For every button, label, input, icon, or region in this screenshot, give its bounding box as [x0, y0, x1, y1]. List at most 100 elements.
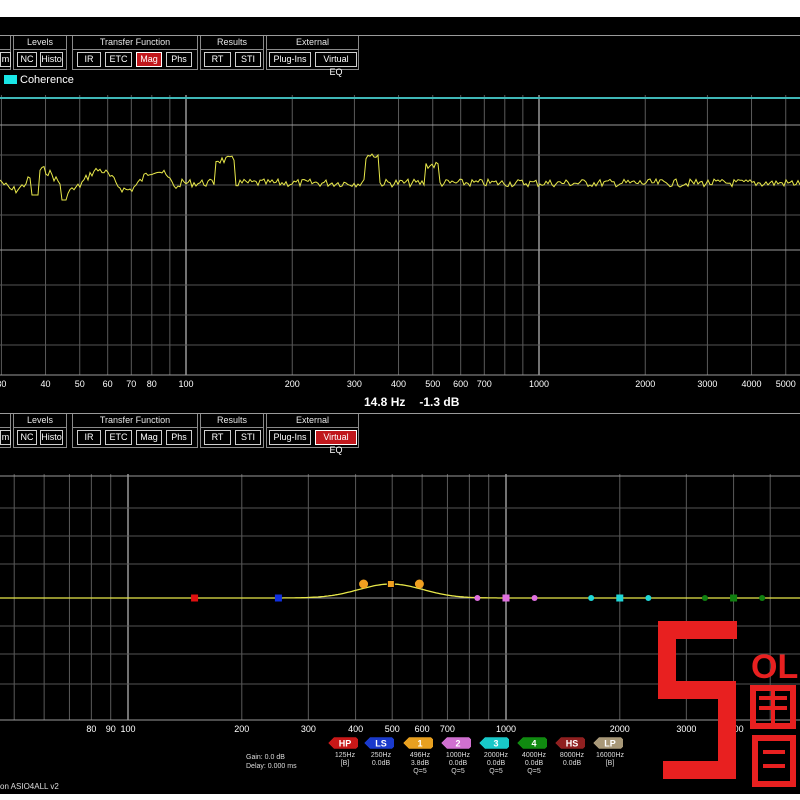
- top-toolbar-m-button[interactable]: m: [0, 52, 11, 67]
- top-x-tick-label: 700: [477, 379, 492, 389]
- eq-band-param: [B]: [340, 760, 350, 767]
- eq-band-param: 8000Hz: [559, 752, 585, 759]
- top-x-tick-label: 600: [453, 379, 468, 389]
- eq-band-handle[interactable]: [474, 595, 481, 601]
- top-toolbar-plug-ins-button[interactable]: Plug-Ins: [269, 52, 311, 67]
- eq-band-param: 0.0dB: [448, 760, 468, 767]
- eq-band-ls-tab[interactable]: LS: [364, 737, 394, 749]
- eq-band-param: Q=5: [489, 768, 503, 775]
- bottom-toolbar-m-button[interactable]: m: [0, 430, 11, 445]
- top-toolbar-group-title: Transfer Function: [73, 37, 197, 50]
- top-toolbar-histo-button[interactable]: Histo: [40, 52, 63, 67]
- top-toolbar-mag-button[interactable]: Mag: [136, 52, 162, 67]
- eq-band-handle[interactable]: [531, 595, 538, 601]
- gain-delay-info: Gain: 0.0 dB Delay: 0.000 ms: [246, 753, 297, 771]
- magnitude-trace: [0, 153, 800, 201]
- top-toolbar-group-external: External Plug-Ins Virtual EQ: [266, 36, 359, 77]
- eq-x-tick-label: 1000: [496, 724, 516, 734]
- eq-band-param: 496Hz: [409, 752, 431, 759]
- eq-band-handle[interactable]: [588, 595, 595, 601]
- eq-band-handle[interactable]: [502, 594, 510, 602]
- top-magnitude-plot[interactable]: 30 40 50 60 70 80 100 200 300 400 500 600 700 1000 200…: [0, 95, 800, 395]
- svg-text:4: 4: [531, 739, 536, 749]
- bottom-toolbar-group-results: Results RT STI: [200, 414, 264, 448]
- eq-band-3-tab[interactable]: 3: [479, 737, 509, 749]
- top-toolbar-ir-button[interactable]: IR: [77, 52, 101, 67]
- bottom-toolbar-phs-button[interactable]: Phs: [166, 430, 192, 445]
- bottom-toolbar-rt-button[interactable]: RT: [204, 430, 231, 445]
- legend-coherence-label[interactable]: Coherence: [20, 74, 74, 86]
- top-x-tick-label: 300: [347, 379, 362, 389]
- top-x-tick-label: 50: [75, 379, 85, 389]
- eq-band-param: 125Hz: [334, 752, 356, 759]
- bottom-toolbar-group-title: External: [267, 415, 358, 428]
- bottom-toolbar-nc-button[interactable]: NC: [17, 430, 37, 445]
- bottom-toolbar-sti-button[interactable]: STI: [235, 430, 261, 445]
- eq-band-param: Q=5: [451, 768, 465, 775]
- cursor-readout: 14.8 Hz -1.3 dB: [364, 395, 473, 409]
- watermark-letters: OL: [751, 648, 798, 686]
- top-x-tick-label: 3000: [697, 379, 717, 389]
- eq-band-param: 0.0dB: [562, 760, 582, 767]
- top-x-tick-label: 1000: [529, 379, 549, 389]
- eq-band-handle[interactable]: [701, 595, 708, 601]
- eq-band-4-tab[interactable]: 4: [517, 737, 547, 749]
- bottom-toolbar-virtual-eq-button[interactable]: Virtual EQ: [315, 430, 357, 455]
- eq-band-handle[interactable]: [359, 579, 369, 589]
- eq-band-handle[interactable]: [759, 595, 766, 601]
- top-toolbar-group-title: [0, 37, 10, 50]
- eq-x-tick-label: 300: [301, 724, 316, 734]
- bottom-toolbar-ir-button[interactable]: IR: [77, 430, 101, 445]
- eq-x-tick-label: 400: [348, 724, 363, 734]
- eq-band-hs-tab[interactable]: HS: [555, 737, 585, 749]
- top-toolbar-group-transfer-function: Transfer Function IR ETC Mag Phs: [72, 36, 198, 70]
- top-toolbar-group-misc: m: [0, 36, 11, 70]
- eq-x-tick-label: 80: [86, 724, 96, 734]
- eq-band-handle[interactable]: [616, 594, 624, 602]
- top-x-tick-label: 100: [178, 379, 193, 389]
- eq-band-handle[interactable]: [191, 594, 199, 602]
- svg-text:LP: LP: [604, 739, 616, 749]
- eq-x-tick-label: 700: [440, 724, 455, 734]
- top-x-tick-label: 200: [285, 379, 300, 389]
- window-top-edge: [0, 0, 800, 17]
- audio-device-label: on ASIO4ALL v2: [0, 782, 59, 791]
- bottom-toolbar-mag-button[interactable]: Mag: [136, 430, 162, 445]
- bottom-toolbar-group-title: Transfer Function: [73, 415, 197, 428]
- eq-band-ls-info: 250Hz 0.0dB: [366, 752, 396, 768]
- eq-band-handle[interactable]: [386, 580, 395, 588]
- eq-band-hp-tab[interactable]: HP: [328, 737, 358, 749]
- bottom-toolbar-etc-button[interactable]: ETC: [105, 430, 132, 445]
- top-toolbar-virtual-eq-button[interactable]: Virtual EQ: [315, 52, 357, 77]
- eq-band-1-info: 496Hz 3.8dB Q=5: [405, 752, 435, 776]
- eq-band-handle[interactable]: [645, 595, 652, 601]
- eq-band-2-info: 1000Hz 0.0dB Q=5: [443, 752, 473, 776]
- eq-band-param: 0.0dB: [524, 760, 544, 767]
- svg-text:HS: HS: [566, 739, 579, 749]
- eq-band-handle[interactable]: [730, 594, 738, 602]
- eq-band-2-tab[interactable]: 2: [441, 737, 471, 749]
- bottom-toolbar-plug-ins-button[interactable]: Plug-Ins: [269, 430, 311, 445]
- eq-band-handle[interactable]: [414, 579, 424, 589]
- eq-band-param: 1000Hz: [445, 752, 471, 759]
- top-toolbar-etc-button[interactable]: ETC: [105, 52, 132, 67]
- eq-x-tick-label: 200: [234, 724, 249, 734]
- coherence-swatch: [4, 75, 17, 84]
- top-toolbar-rt-button[interactable]: RT: [204, 52, 231, 67]
- svg-text:1: 1: [417, 739, 422, 749]
- svg-text:HP: HP: [339, 739, 352, 749]
- eq-x-tick-label: 100: [120, 724, 135, 734]
- top-toolbar-phs-button[interactable]: Phs: [166, 52, 192, 67]
- bottom-toolbar-group-levels: Levels NC Histo: [13, 414, 67, 448]
- eq-band-1-tab[interactable]: 1: [403, 737, 433, 749]
- top-toolbar-sti-button[interactable]: STI: [235, 52, 261, 67]
- eq-band-param: 0.0dB: [486, 760, 506, 767]
- eq-x-tick-label: 600: [415, 724, 430, 734]
- svg-text:3: 3: [493, 739, 498, 749]
- bottom-toolbar-histo-button[interactable]: Histo: [40, 430, 63, 445]
- eq-band-handle[interactable]: [274, 594, 282, 602]
- eq-band-param: [B]: [605, 760, 615, 767]
- eq-response-curve: [0, 583, 800, 599]
- top-toolbar-nc-button[interactable]: NC: [17, 52, 37, 67]
- eq-band-lp-tab[interactable]: LP: [593, 737, 623, 749]
